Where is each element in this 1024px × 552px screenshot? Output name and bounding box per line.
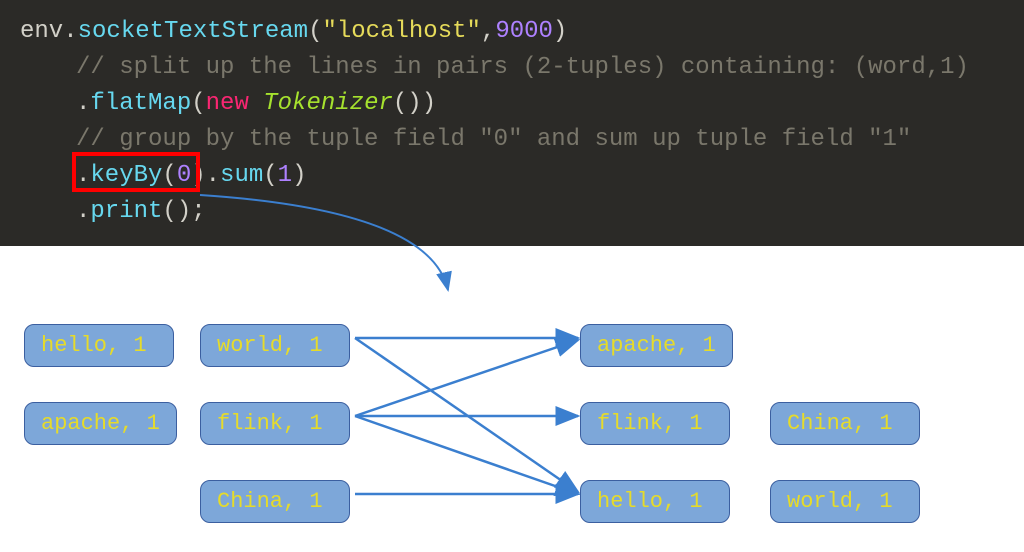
tok-call: () xyxy=(393,90,422,117)
tok-method: socketTextStream xyxy=(78,18,308,45)
tok-paren-open: ( xyxy=(162,162,176,189)
tok-dot: . xyxy=(76,198,90,225)
tok-method-keyby: keyBy xyxy=(90,162,162,189)
tok-comment: // group by the tuple field "0" and sum … xyxy=(76,126,911,153)
tok-paren-close: ) xyxy=(191,162,205,189)
tok-space xyxy=(249,90,263,117)
tok-paren-open: ( xyxy=(263,162,277,189)
tok-dot: . xyxy=(63,18,77,45)
tuple-right-hello: hello, 1 xyxy=(580,480,730,523)
tok-keyword: new xyxy=(206,90,249,117)
tuple-left-flink: flink, 1 xyxy=(200,402,350,445)
tok-paren-open: ( xyxy=(191,90,205,117)
tok-call: (); xyxy=(162,198,205,225)
tok-string: "localhost" xyxy=(322,18,480,45)
tok-dot: . xyxy=(76,162,90,189)
tok-paren-close: ) xyxy=(553,18,567,45)
tok-number: 9000 xyxy=(495,18,553,45)
code-block: env.socketTextStream("localhost",9000) /… xyxy=(0,0,1024,246)
code-line-2: // split up the lines in pairs (2-tuples… xyxy=(20,50,1004,86)
tuple-right-flink: flink, 1 xyxy=(580,402,730,445)
tuple-right-china: China, 1 xyxy=(770,402,920,445)
tok-method: print xyxy=(90,198,162,225)
tok-paren-open: ( xyxy=(308,18,322,45)
code-line-3: .flatMap(new Tokenizer()) xyxy=(20,86,1004,122)
tuple-left-world: world, 1 xyxy=(200,324,350,367)
tuple-left-china: China, 1 xyxy=(200,480,350,523)
tok-number: 0 xyxy=(177,162,191,189)
tok-paren-close: ) xyxy=(422,90,436,117)
tuple-left-hello: hello, 1 xyxy=(24,324,174,367)
tok-type: Tokenizer xyxy=(263,90,393,117)
tuple-left-apache: apache, 1 xyxy=(24,402,177,445)
tok-env: env xyxy=(20,18,63,45)
tok-dot: . xyxy=(206,162,220,189)
tok-method-sum: sum xyxy=(220,162,263,189)
tok-method: flatMap xyxy=(90,90,191,117)
tok-paren-close: ) xyxy=(292,162,306,189)
code-line-5: .keyBy(0).sum(1) xyxy=(20,158,1004,194)
code-line-6: .print(); xyxy=(20,194,1004,230)
code-line-4: // group by the tuple field "0" and sum … xyxy=(20,122,1004,158)
code-line-1: env.socketTextStream("localhost",9000) xyxy=(20,14,1004,50)
tuple-right-world: world, 1 xyxy=(770,480,920,523)
tok-comma: , xyxy=(481,18,495,45)
tuple-right-apache: apache, 1 xyxy=(580,324,733,367)
tok-number: 1 xyxy=(278,162,292,189)
tok-dot: . xyxy=(76,90,90,117)
tok-comment: // split up the lines in pairs (2-tuples… xyxy=(76,54,969,81)
keyby-diagram: hello, 1 world, 1 apache, 1 flink, 1 Chi… xyxy=(0,246,1024,552)
